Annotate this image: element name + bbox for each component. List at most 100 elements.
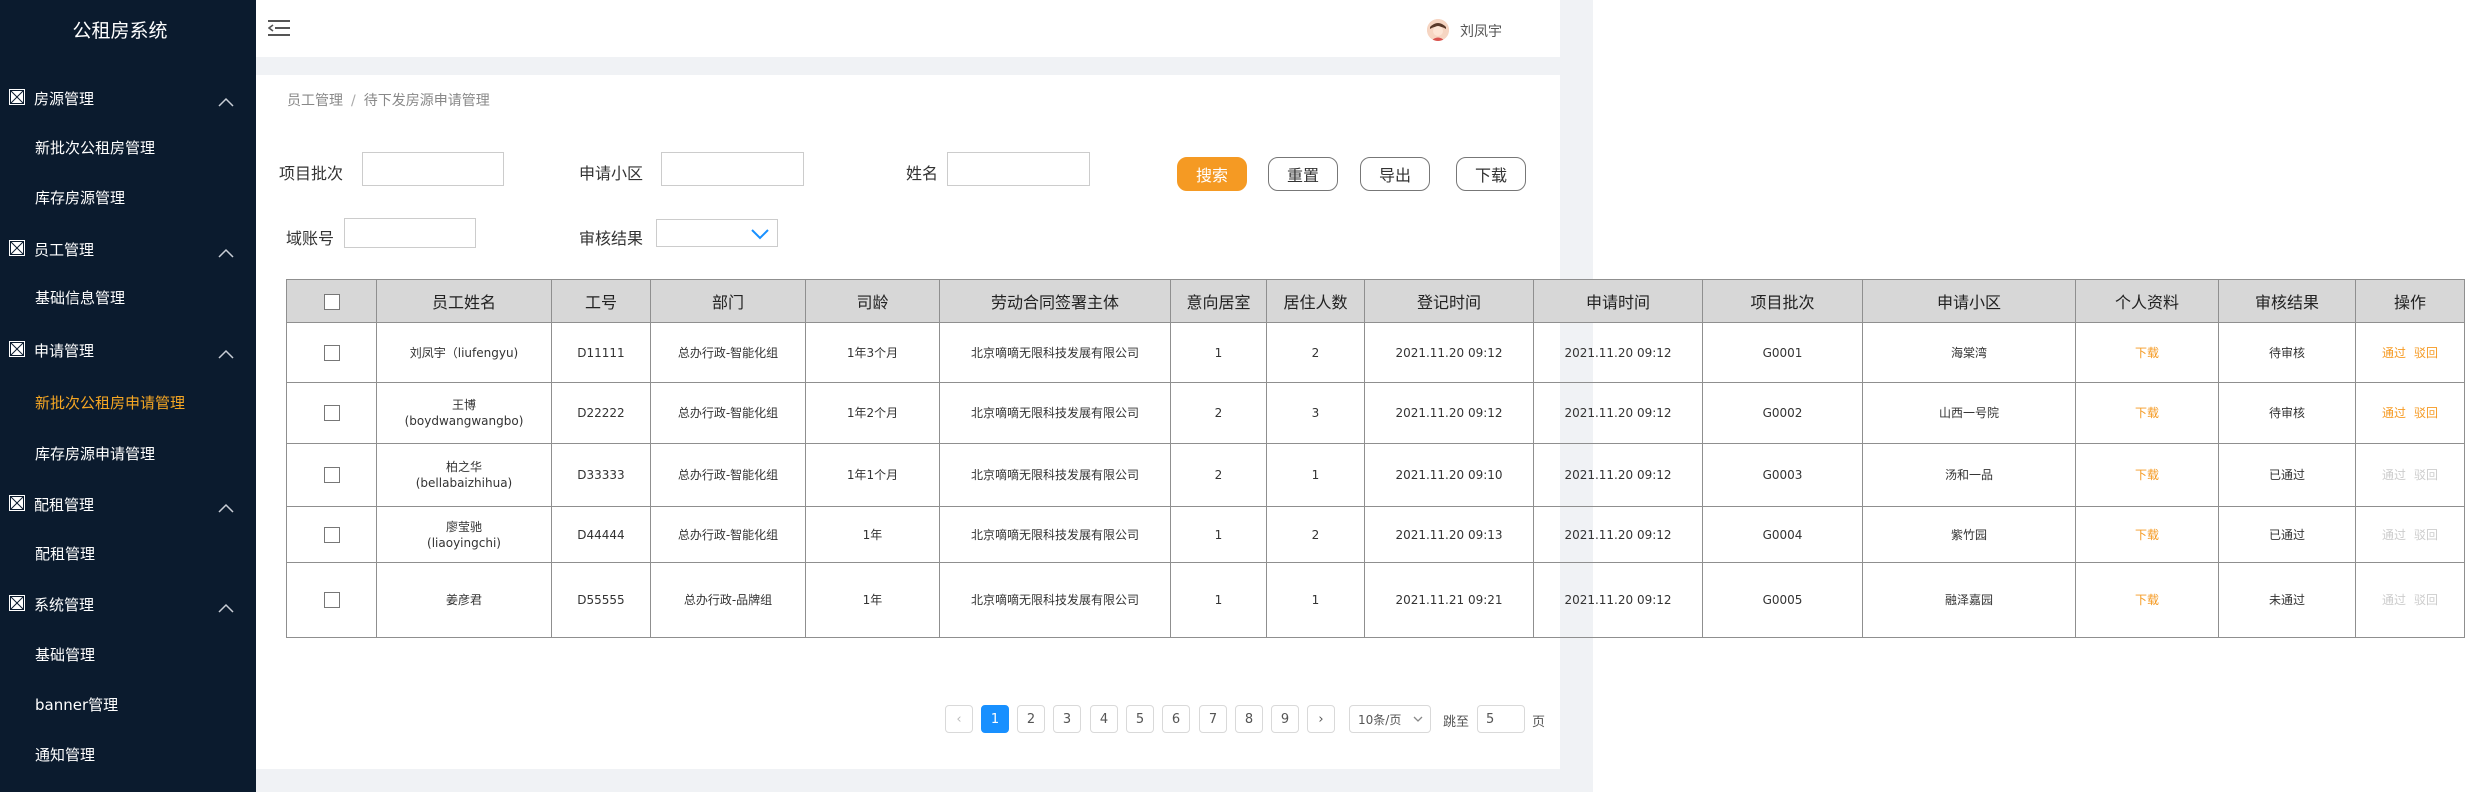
- next-page-button[interactable]: ›: [1307, 705, 1335, 733]
- sidebar-item-4-1[interactable]: banner管理: [35, 694, 118, 715]
- profile-download-link[interactable]: 下载: [2135, 346, 2159, 360]
- cell-profile: 下载: [2075, 562, 2219, 638]
- jump-label: 跳至: [1443, 715, 1470, 730]
- download-button[interactable]: 下载: [1456, 157, 1526, 191]
- page-button-6[interactable]: 6: [1162, 705, 1190, 733]
- chevron-up-icon[interactable]: [218, 92, 234, 107]
- cell-id: D55555: [551, 562, 651, 638]
- cell-employer: 北京嘀嘀无限科技发展有限公司: [939, 443, 1171, 507]
- table-row: 姜彦君 D55555 总办行政-品牌组 1年 北京嘀嘀无限科技发展有限公司 1 1 2021.…: [286, 562, 2465, 638]
- page-button-4[interactable]: 4: [1090, 705, 1118, 733]
- review-result-select[interactable]: [656, 219, 778, 247]
- cell-actions: 通过 驳回: [2355, 382, 2465, 444]
- breadcrumb: 员工管理 / 待下发房源申请管理: [287, 90, 490, 110]
- user-avatar[interactable]: [1427, 19, 1449, 41]
- cell-dept: 总办行政-智能化组: [650, 506, 806, 563]
- cell-batch: G0002: [1702, 382, 1863, 444]
- row-checkbox[interactable]: [323, 526, 340, 543]
- cell-rooms: 1: [1170, 322, 1267, 383]
- sidebar-group-label: 员工管理: [34, 241, 95, 259]
- table-row: 王博 (boydwangwangbo) D22222 总办行政-智能化组 1年2个月北…: [286, 382, 2465, 444]
- sidebar-item-4-0[interactable]: 基础管理: [35, 644, 95, 665]
- reject-link[interactable]: 驳回: [2414, 406, 2438, 420]
- page-size-select[interactable]: 10条/页: [1349, 705, 1431, 733]
- cell-community: 融泽嘉园: [1862, 562, 2076, 638]
- row-checkbox[interactable]: [323, 592, 340, 609]
- sidebar-item-0-1[interactable]: 库存房源管理: [35, 187, 125, 208]
- prev-page-button[interactable]: ‹: [945, 705, 973, 733]
- image-placeholder-icon: [8, 88, 26, 106]
- cell-reg_time: 2021.11.21 09:21: [1364, 562, 1534, 638]
- sidebar-item-2-0[interactable]: 新批次公租房申请管理: [35, 392, 185, 413]
- cell-actions: 通过 驳回: [2355, 506, 2465, 563]
- profile-download-link[interactable]: 下载: [2135, 406, 2159, 420]
- cell-batch: G0001: [1702, 322, 1863, 383]
- page-button-1[interactable]: 1: [981, 705, 1009, 733]
- row-checkbox[interactable]: [323, 344, 340, 361]
- name-input[interactable]: [947, 152, 1090, 186]
- sidebar-item-0-0[interactable]: 新批次公租房管理: [35, 137, 155, 158]
- user-name[interactable]: 刘凤宇: [1460, 21, 1502, 41]
- sidebar-item-3-0[interactable]: 配租管理: [35, 543, 95, 564]
- batch-input[interactable]: [362, 152, 504, 186]
- domain-account-input[interactable]: [344, 218, 476, 248]
- row-checkbox[interactable]: [323, 467, 340, 484]
- image-placeholder-icon: [8, 340, 26, 358]
- approve-link[interactable]: 通过: [2382, 346, 2406, 360]
- page-button-8[interactable]: 8: [1235, 705, 1263, 733]
- cell-name: 廖莹驰 (liaoyingchi): [376, 506, 552, 563]
- chevron-up-icon[interactable]: [218, 598, 234, 613]
- sidebar-group-4[interactable]: 系统管理: [0, 588, 256, 618]
- sidebar-item-2-1[interactable]: 库存房源申请管理: [35, 443, 155, 464]
- sidebar-item-4-2[interactable]: 通知管理: [35, 744, 95, 765]
- profile-download-link[interactable]: 下载: [2135, 593, 2159, 607]
- cell-profile: 下载: [2075, 322, 2219, 383]
- app-title: 公租房系统: [72, 20, 168, 42]
- cell-community: 海棠湾: [1862, 322, 2076, 383]
- chevron-down-icon: [1413, 716, 1423, 722]
- profile-download-link[interactable]: 下载: [2135, 468, 2159, 482]
- menu-toggle-icon[interactable]: [267, 19, 290, 37]
- page-unit-label: 页: [1532, 715, 1546, 730]
- sidebar-group-label: 房源管理: [34, 90, 95, 108]
- row-checkbox[interactable]: [323, 405, 340, 422]
- sidebar-item-1-0[interactable]: 基础信息管理: [35, 287, 125, 308]
- page-button-3[interactable]: 3: [1053, 705, 1081, 733]
- export-button[interactable]: 导出: [1360, 157, 1430, 191]
- cell-batch: G0005: [1702, 562, 1863, 638]
- page-button-9[interactable]: 9: [1271, 705, 1299, 733]
- cell-id: D11111: [551, 322, 651, 383]
- reset-button[interactable]: 重置: [1268, 157, 1338, 191]
- page-button-5[interactable]: 5: [1126, 705, 1154, 733]
- select-all-cell: [286, 279, 377, 323]
- sidebar-group-label: 系统管理: [34, 596, 95, 614]
- chevron-up-icon[interactable]: [218, 498, 234, 513]
- chevron-up-icon[interactable]: [218, 243, 234, 258]
- community-input[interactable]: [661, 152, 804, 186]
- sidebar-group-2[interactable]: 申请管理: [0, 334, 256, 364]
- cell-rooms: 1: [1170, 506, 1267, 563]
- sidebar-group-1[interactable]: 员工管理: [0, 233, 256, 263]
- cell-community: 紫竹园: [1862, 506, 2076, 563]
- reject-link[interactable]: 驳回: [2414, 346, 2438, 360]
- cell-residents: 2: [1266, 322, 1365, 383]
- image-placeholder-icon: [8, 494, 26, 512]
- row-select-cell: [286, 382, 377, 444]
- chevron-up-icon[interactable]: [218, 344, 234, 359]
- page-button-2[interactable]: 2: [1017, 705, 1045, 733]
- breadcrumb-item-staff[interactable]: 员工管理: [287, 93, 343, 109]
- batch-label: 项目批次: [279, 164, 344, 183]
- jump-page-input[interactable]: [1477, 705, 1525, 733]
- profile-download-link[interactable]: 下载: [2135, 528, 2159, 542]
- sidebar-group-3[interactable]: 配租管理: [0, 488, 256, 518]
- page-button-7[interactable]: 7: [1199, 705, 1227, 733]
- search-button[interactable]: 搜索: [1177, 157, 1247, 191]
- cell-reg_time: 2021.11.20 09:12: [1364, 322, 1534, 383]
- cell-name: 王博 (boydwangwangbo): [376, 382, 552, 444]
- sidebar-group-0[interactable]: 房源管理: [0, 82, 256, 112]
- cell-result: 已通过: [2218, 506, 2356, 563]
- cell-community: 汤和一品: [1862, 443, 2076, 507]
- cell-employer: 北京嘀嘀无限科技发展有限公司: [939, 562, 1171, 638]
- approve-link[interactable]: 通过: [2382, 406, 2406, 420]
- select-all-checkbox[interactable]: [323, 294, 340, 310]
